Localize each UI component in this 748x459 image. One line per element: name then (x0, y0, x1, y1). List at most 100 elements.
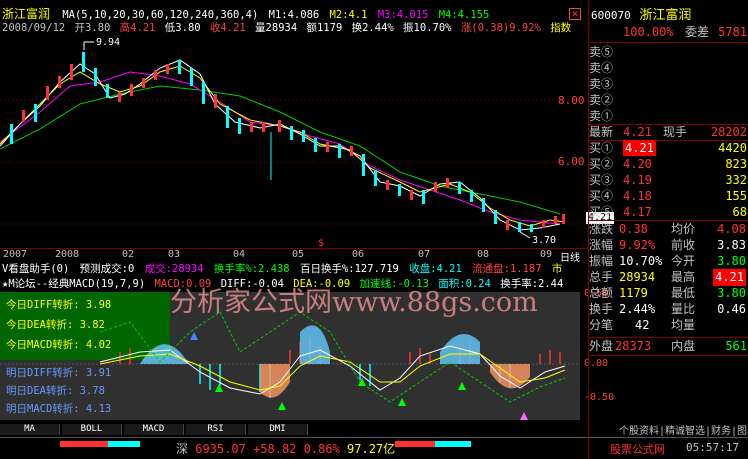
today-diff-label: 今日DIFF转折: 3.98 (6, 299, 112, 311)
divider (589, 355, 748, 356)
price-axis-6: 6.00 (558, 155, 585, 168)
star-icon (520, 412, 528, 420)
neipan-label: 内盘 (671, 339, 696, 353)
buy-2[interactable]: 买② 4.20 823 (589, 156, 748, 172)
low-label: 3.70 (532, 235, 556, 246)
stat-value: 3.80 (717, 254, 746, 268)
buy-volume: 4420 (718, 141, 747, 155)
buy-label: 买⑤ (589, 205, 614, 219)
up-arrow-icon (358, 378, 366, 386)
kline-chart[interactable]: 9.94 3.70 $ (0, 34, 588, 250)
down-bar-2 (435, 441, 471, 447)
stat-label: 均价 (671, 222, 696, 236)
stat-label: 振幅 (589, 254, 614, 268)
buy-label: 买④ (589, 189, 614, 203)
buy-volume: 68 (732, 205, 747, 219)
time-tick: 04 (233, 249, 246, 260)
sell-2[interactable]: 卖② (589, 92, 748, 108)
buy-volume: 823 (725, 157, 747, 171)
time-tick: 07 (418, 249, 431, 260)
tomorrow-diff-label: 明日DIFF转折: 3.91 (6, 367, 112, 379)
waipan-label: 外盘 (589, 339, 614, 353)
ma-m2: M2:4.1 (329, 9, 368, 21)
volume-indicator-row: V看盘助手(0) 预测成交:0 成交:28934 换手率%:2.438 百日换手… (2, 263, 587, 276)
stat-label: 涨幅 (589, 238, 614, 252)
time-tick: 09 (540, 249, 553, 260)
latest-price: 4.21 (623, 125, 652, 139)
vol-market: 市 (551, 263, 563, 275)
bar-date: 2008/09/12 (2, 22, 66, 34)
buy-4[interactable]: 买④ 4.18 155 (589, 188, 748, 204)
stat-label: 分笔 (589, 318, 614, 332)
ma-line-short2 (0, 65, 566, 227)
stat-value: 0.38 (619, 222, 648, 236)
sell-1[interactable]: 卖① (589, 108, 748, 124)
bar-amount: 额1179 (306, 22, 343, 34)
stat-label: 最高 (671, 270, 696, 284)
tab-macd[interactable]: MACD (124, 424, 184, 435)
weibi-value: 100.00% (623, 25, 674, 39)
vol-close: 收盘:4.21 (409, 263, 462, 275)
stat-label: 总额 (589, 286, 614, 300)
header-row-1: 浙江富润 MA(5,10,20,30,60,120,240,360,4) M1:… (2, 8, 489, 22)
time-tick: 03 (168, 249, 181, 260)
ma-m1: M1:4.086 (268, 9, 320, 21)
low-marker (519, 231, 531, 239)
up-arrow-icon (458, 382, 466, 390)
down-bar (108, 441, 140, 447)
buy-3[interactable]: 买③ 4.19 332 (589, 172, 748, 188)
outer-inner-row: 外盘 28373 内盘 561 (589, 338, 748, 354)
info-tabs[interactable]: 个股资料|精诚智选|财务|图表|软件 (619, 422, 748, 437)
xianshou-value: 28202 (710, 125, 747, 139)
time-tick: 02 (122, 249, 135, 260)
close-button[interactable]: × (569, 8, 581, 20)
ma-m4: M4:4.155 (438, 9, 490, 21)
index-ticker: 深 6935.07 +58.82 0.86% 97.27亿 (176, 440, 395, 457)
sell-3[interactable]: 卖③ (589, 76, 748, 92)
bar-close: 收4.21 (209, 22, 246, 34)
ma-line-short (0, 59, 561, 231)
quote-panel: 600070 浙江富润 100.00% 委差 5781 卖⑤ 卖④ 卖③ 卖② … (588, 0, 748, 459)
bar-volume: 量28934 (255, 22, 298, 34)
index-pct: 0.86% (303, 442, 340, 456)
period-label[interactable]: 日线 (560, 249, 580, 264)
up-arrow-icon (398, 398, 406, 406)
quote-title: 600070 浙江富润 (591, 4, 747, 23)
weicha-row: 100.00% 委差 5781 (589, 24, 748, 40)
weicha-value: 5781 (718, 25, 747, 39)
tab-dmi[interactable]: DMI (248, 424, 308, 435)
buy-price: 4.20 (623, 157, 652, 171)
bar-amplitude: 振10.70% (403, 22, 452, 34)
time-tick: 08 (477, 249, 490, 260)
buy-5[interactable]: 买⑤ 4.17 68 (589, 204, 748, 220)
watermark: 分析家公式网www.88gs.com (170, 287, 538, 318)
stat-value: 4.21 (713, 269, 746, 286)
sell-label: 卖④ (589, 61, 614, 75)
sell-5[interactable]: 卖⑤ (589, 44, 748, 60)
tab-ma[interactable]: MA (0, 424, 60, 435)
buy-label: 买③ (589, 173, 614, 187)
stat-label: 换手 (589, 302, 614, 316)
buy-1[interactable]: 买① 4.21 4420 (589, 140, 748, 156)
buy-volume: 332 (725, 173, 747, 187)
buy-volume: 155 (725, 189, 747, 203)
peak-label: 9.94 (96, 37, 120, 48)
stat-label: 涨跌 (589, 222, 614, 236)
xianshou-label: 现手 (663, 125, 688, 139)
neipan-value: 561 (725, 339, 747, 353)
ma-m3: M3:4.015 (377, 9, 429, 21)
stat-value: 28934 (619, 270, 656, 284)
tab-rsi[interactable]: RSI (186, 424, 246, 435)
tomorrow-dea-label: 明日DEA转折: 3.78 (6, 385, 105, 397)
buy-price: 4.21 (623, 140, 656, 156)
sell-4[interactable]: 卖④ (589, 60, 748, 76)
tab-boll[interactable]: BOLL (62, 424, 122, 435)
macd-panel[interactable]: 分析家公式网www.88gs.com 今日DIFF转折: 3.98 今日DEA转… (0, 287, 580, 420)
candles (10, 52, 565, 232)
index-amount: 97.27亿 (347, 442, 396, 456)
chart-area[interactable]: 浙江富润 MA(5,10,20,30,60,120,240,360,4) M1:… (0, 0, 748, 459)
macd-title: ★M论坛--经典MACD(19,7,9) (2, 278, 146, 290)
bar-open: 开3.80 (74, 22, 111, 34)
stat-value: 1179 (619, 286, 648, 300)
divider (589, 42, 748, 43)
